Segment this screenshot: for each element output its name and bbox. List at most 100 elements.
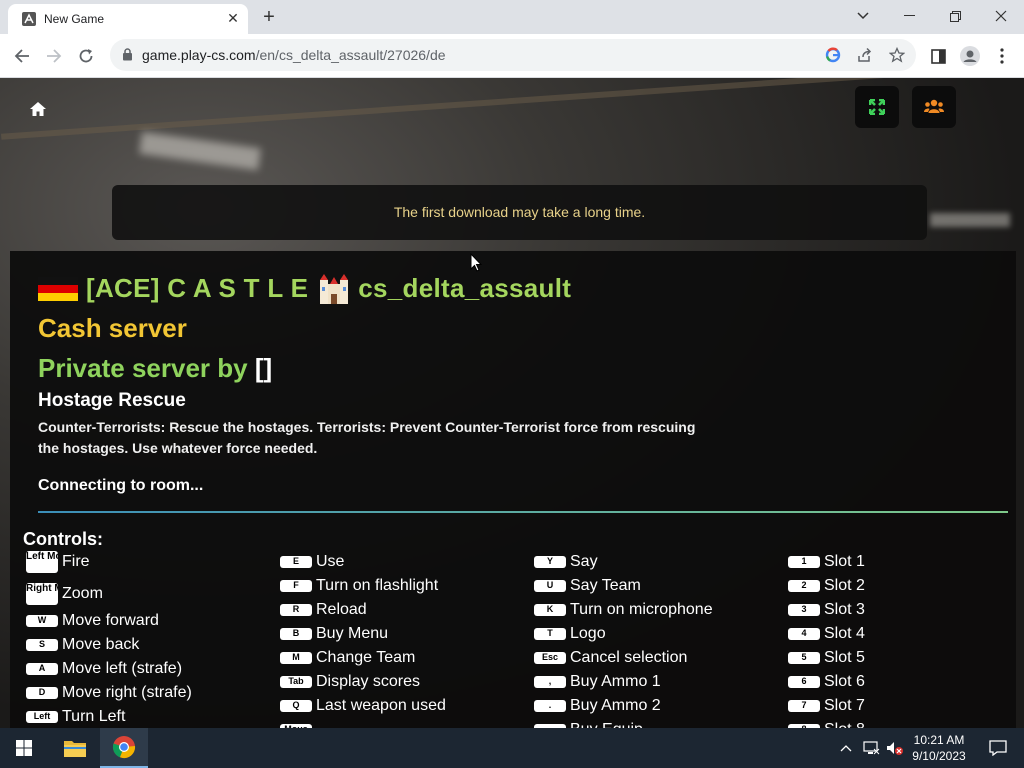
tab-title: New Game — [44, 12, 105, 26]
control-action: Move left (strafe) — [62, 660, 183, 677]
taskbar-clock[interactable]: 10:21 AM 9/10/2023 — [906, 732, 972, 764]
control-action: Slot 4 — [824, 625, 865, 642]
key-badge: R — [280, 604, 312, 616]
file-explorer-taskbar-button[interactable] — [52, 728, 98, 768]
control-action: Logo — [570, 625, 606, 642]
control-action: Slot 2 — [824, 577, 865, 594]
side-panel-button[interactable] — [924, 42, 952, 70]
new-tab-button[interactable]: + — [258, 6, 280, 28]
url-host: game.play-cs.com — [142, 47, 256, 63]
control-row: 7 Slot 7 — [788, 695, 865, 717]
network-tray-icon[interactable] — [860, 728, 882, 768]
windows-taskbar: 10:21 AM 9/10/2023 — [0, 728, 1024, 768]
chrome-menu-button[interactable] — [988, 42, 1016, 70]
users-group-icon — [924, 99, 944, 113]
show-hidden-icons-button[interactable] — [836, 728, 856, 768]
control-action: Slot 8 — [824, 721, 865, 728]
share-icon[interactable] — [856, 46, 874, 64]
tab-close-icon[interactable]: ✕ — [224, 9, 242, 27]
forward-button[interactable] — [40, 42, 68, 70]
site-favicon-icon — [22, 12, 36, 26]
minimize-button[interactable] — [886, 0, 932, 32]
background-light — [139, 131, 261, 171]
key-badge: D — [26, 687, 58, 699]
chrome-taskbar-button[interactable] — [100, 728, 148, 768]
control-action: Buy Menu — [316, 625, 389, 642]
control-row: 5 Slot 5 — [788, 647, 865, 669]
control-row: 3 Slot 3 — [788, 599, 865, 621]
expand-arrows-icon — [869, 99, 885, 115]
key-badge: 2 — [788, 580, 820, 592]
key-badge: E — [280, 556, 312, 568]
key-badge: A — [26, 663, 58, 675]
control-row: R Reload — [280, 599, 367, 621]
game-mode-description: Counter-Terrorists: Rescue the hostages.… — [38, 419, 696, 456]
chevron-up-icon — [840, 745, 852, 752]
control-row: 6 Slot 6 — [788, 671, 865, 693]
close-window-button[interactable] — [978, 0, 1024, 32]
control-action: Slot 7 — [824, 697, 865, 714]
key-badge: Right Mouse — [26, 583, 58, 605]
control-action: Turn on microphone — [570, 601, 713, 618]
control-row: K Turn on microphone — [534, 599, 713, 621]
key-badge: 1 — [788, 556, 820, 568]
control-row: Esc Cancel selection — [534, 647, 687, 669]
side-panel-icon — [930, 48, 946, 64]
clock-time: 10:21 AM — [913, 733, 965, 747]
control-row: E Use — [280, 551, 344, 573]
notifications-button[interactable] — [978, 728, 1018, 768]
address-bar[interactable]: game.play-cs.com/en/cs_delta_assault/270… — [110, 39, 916, 71]
clock-date: 9/10/2023 — [912, 749, 966, 763]
profile-button[interactable] — [956, 42, 984, 70]
control-action: Reload — [316, 601, 367, 618]
browser-tabstrip: New Game ✕ + — [0, 0, 1024, 34]
key-badge: B — [280, 628, 312, 640]
control-row: S Move back — [26, 634, 139, 656]
reload-button[interactable] — [72, 42, 100, 70]
folder-icon — [64, 741, 86, 757]
reload-icon — [79, 49, 93, 63]
control-action: Turn on flashlight — [316, 577, 439, 594]
fullscreen-button[interactable] — [855, 86, 899, 128]
restore-button[interactable] — [932, 0, 978, 32]
private-server-prefix: Private server by — [38, 353, 248, 383]
key-badge: Left Mouse — [26, 551, 58, 573]
key-badge: 5 — [788, 652, 820, 664]
mouse-cursor-icon — [470, 253, 482, 272]
notification-icon — [989, 740, 1007, 756]
control-action: Move back — [62, 636, 140, 653]
lock-icon[interactable] — [122, 48, 133, 61]
game-mode-title: Hostage Rescue — [38, 390, 186, 411]
control-action: Turn Left — [62, 708, 126, 725]
control-action: Slot 3 — [824, 601, 865, 618]
key-badge: Q — [280, 700, 312, 712]
control-row: B Buy Menu — [280, 623, 388, 645]
control-row: Buy Equip — [534, 719, 643, 728]
google-translate-icon[interactable] — [824, 46, 842, 64]
bookmark-star-icon[interactable] — [888, 46, 906, 64]
control-action: Cancel selection — [570, 649, 688, 666]
players-button[interactable] — [912, 86, 956, 128]
map-name: cs_delta_assault — [358, 273, 572, 303]
chevron-down-icon — [857, 12, 869, 20]
connection-status: Connecting to room... — [38, 477, 204, 494]
key-badge: T — [534, 628, 566, 640]
control-action: Slot 5 — [824, 649, 865, 666]
start-button[interactable] — [0, 728, 48, 768]
control-row: Mous — [280, 719, 316, 728]
volume-tray-icon[interactable] — [884, 728, 906, 768]
control-row: W Move forward — [26, 610, 159, 632]
key-badge: 3 — [788, 604, 820, 616]
arrow-right-icon — [47, 49, 62, 63]
server-info-panel: [ACE] C A S T L E cs_delta_assault Cash … — [10, 251, 1016, 728]
back-button[interactable] — [8, 42, 36, 70]
control-row: 4 Slot 4 — [788, 623, 865, 645]
browser-tab[interactable]: New Game ✕ — [8, 4, 248, 34]
key-badge: Left — [26, 711, 58, 723]
url-text[interactable]: game.play-cs.com/en/cs_delta_assault/270… — [142, 47, 446, 63]
key-badge: Y — [534, 556, 566, 568]
control-action: Move right (strafe) — [62, 684, 192, 701]
tab-search-button[interactable] — [840, 0, 886, 32]
castle-icon — [320, 273, 349, 304]
home-icon[interactable] — [28, 100, 48, 118]
